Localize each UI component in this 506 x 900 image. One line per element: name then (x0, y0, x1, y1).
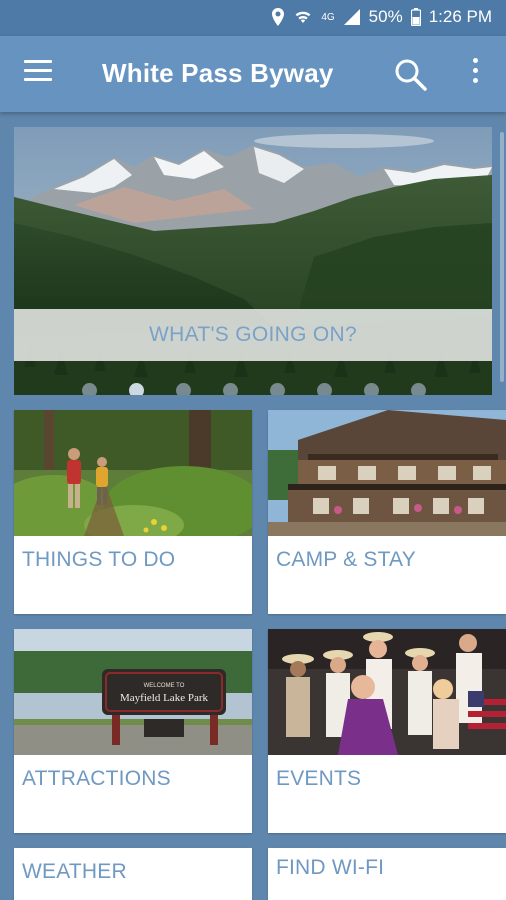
app-bar: White Pass Byway (0, 36, 506, 112)
tile-label: CAMP & STAY (276, 548, 416, 571)
carousel-dot[interactable] (411, 383, 426, 395)
wifi-icon (295, 11, 311, 23)
tile-find-wifi[interactable]: FIND WI-FI (268, 848, 506, 900)
lake-park-sign-image: WELCOME TO Mayfield Lake Park (14, 629, 252, 755)
tile-label: ATTRACTIONS (22, 767, 171, 790)
home-content[interactable]: WHAT'S GOING ON? THINGS TO DO CAMP & STA… (0, 112, 506, 900)
status-bar: 4G 50% 1:26 PM (0, 0, 506, 36)
carousel-dot-active[interactable] (129, 383, 144, 395)
sign-line2: Mayfield Lake Park (120, 692, 208, 704)
tile-label: EVENTS (276, 767, 362, 790)
hikers-image (14, 410, 252, 536)
carousel-indicator (14, 383, 492, 395)
menu-icon[interactable] (24, 60, 54, 88)
battery-percent: 50% (368, 7, 403, 26)
carousel-dot[interactable] (223, 383, 238, 395)
page-title: White Pass Byway (102, 58, 334, 88)
tile-label: THINGS TO DO (22, 548, 176, 571)
tile-camp-and-stay[interactable]: CAMP & STAY (268, 410, 506, 614)
tile-events[interactable]: EVENTS (268, 629, 506, 833)
performers-image (268, 629, 506, 755)
tile-attractions[interactable]: WELCOME TO Mayfield Lake Park ATTRACTION… (14, 629, 252, 833)
scrollbar[interactable] (500, 132, 504, 382)
carousel-dot[interactable] (270, 383, 285, 395)
hero-carousel[interactable]: WHAT'S GOING ON? (14, 127, 492, 395)
hero-caption[interactable]: WHAT'S GOING ON? (14, 309, 492, 361)
overflow-menu-icon[interactable] (466, 58, 484, 90)
carousel-dot[interactable] (317, 383, 332, 395)
tile-weather[interactable]: WEATHER (14, 848, 252, 900)
location-icon (272, 8, 285, 26)
carousel-dot[interactable] (176, 383, 191, 395)
clock: 1:26 PM (428, 7, 492, 26)
lodge-image (268, 410, 506, 536)
sign-line1: WELCOME TO (144, 683, 185, 689)
carousel-dot[interactable] (82, 383, 97, 395)
carousel-dot[interactable] (364, 383, 379, 395)
tile-label: FIND WI-FI (276, 856, 385, 879)
search-icon[interactable] (392, 56, 430, 94)
tile-things-to-do[interactable]: THINGS TO DO (14, 410, 252, 614)
battery-icon (410, 8, 421, 26)
network-type: 4G (321, 11, 335, 23)
signal-icon (343, 9, 360, 25)
tile-label: WEATHER (22, 860, 127, 883)
